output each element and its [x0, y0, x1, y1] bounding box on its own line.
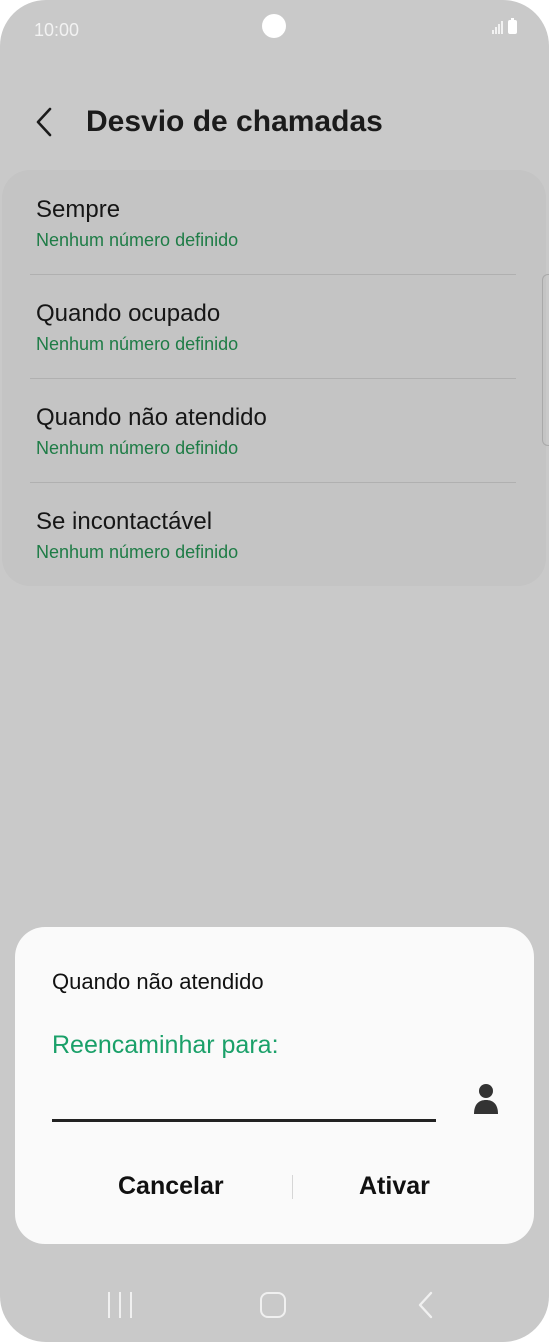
cancel-button[interactable]: Cancelar	[118, 1172, 224, 1201]
option-title: Quando não atendido	[36, 404, 267, 431]
dialog-title: Quando não atendido	[52, 969, 264, 994]
option-se-incontactavel[interactable]: Se incontactável Nenhum número definido	[36, 482, 516, 586]
activate-button[interactable]: Ativar	[359, 1172, 430, 1201]
person-icon[interactable]	[473, 1083, 499, 1115]
option-quando-nao-atendido[interactable]: Quando não atendido Nenhum número defini…	[36, 378, 516, 482]
camera-cutout	[262, 14, 286, 38]
option-sempre[interactable]: Sempre Nenhum número definido	[36, 170, 516, 274]
forward-number-input[interactable]	[52, 1119, 436, 1122]
home-icon[interactable]	[260, 1292, 286, 1318]
status-icons	[492, 18, 517, 34]
back-button[interactable]	[34, 102, 60, 142]
signal-icon	[492, 20, 503, 34]
status-time: 10:00	[34, 20, 80, 40]
recents-icon[interactable]	[108, 1292, 132, 1318]
option-subtitle: Nenhum número definido	[36, 542, 239, 562]
option-quando-ocupado[interactable]: Quando ocupado Nenhum número definido	[36, 274, 516, 378]
option-subtitle: Nenhum número definido	[36, 438, 239, 458]
app-header: Desvio de chamadas	[34, 98, 383, 146]
chevron-left-icon	[36, 107, 52, 137]
battery-icon	[508, 18, 517, 34]
forwarding-dialog: Quando não atendido Reencaminhar para: C…	[15, 927, 534, 1244]
button-divider	[292, 1175, 293, 1199]
phone-screen: 10:00 Desvio de chamadas Sempre Nenhum n…	[0, 0, 549, 1342]
option-title: Quando ocupado	[36, 300, 221, 327]
option-title: Sempre	[36, 196, 121, 223]
forwarding-options-list: Sempre Nenhum número definido Quando ocu…	[2, 170, 546, 586]
navigation-bar	[0, 1282, 549, 1332]
option-subtitle: Nenhum número definido	[36, 334, 239, 354]
option-subtitle: Nenhum número definido	[36, 230, 239, 250]
back-icon[interactable]	[416, 1290, 436, 1320]
option-title: Se incontactável	[36, 508, 213, 535]
scrollbar[interactable]	[542, 274, 549, 446]
forward-to-label: Reencaminhar para:	[52, 1031, 279, 1059]
page-title: Desvio de chamadas	[86, 105, 383, 138]
